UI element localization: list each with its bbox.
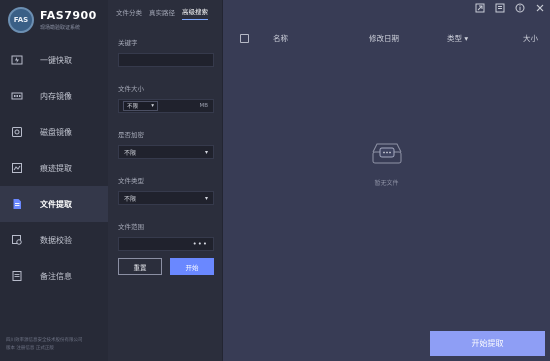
sidebar-item-memory-image[interactable]: 内存镜像 (0, 78, 108, 114)
trace-icon (12, 163, 22, 173)
column-type[interactable]: 类型 ▾ (447, 33, 468, 44)
sidebar-item-label: 内存镜像 (40, 91, 72, 101)
sidebar-item-remarks[interactable]: 备注信息 (0, 258, 108, 294)
sidebar-nav: 一键快取 内存镜像 磁盘镜像 痕迹提取 文件提取 数据校验 备注信息 (0, 42, 108, 294)
more-options-icon[interactable]: ••• (193, 240, 208, 248)
memory-icon (11, 92, 23, 100)
screenshot-icon[interactable] (495, 3, 505, 13)
file-icon (13, 199, 21, 209)
sidebar: FAS FAS7900 现场勘验取证系统 一键快取 内存镜像 磁盘镜像 痕迹提取… (0, 0, 108, 361)
search-tabs: 文件分类 真实路径 高级搜索 (108, 0, 222, 20)
encrypted-label: 是否加密 (118, 131, 144, 139)
sidebar-item-file-extract[interactable]: 文件提取 (0, 186, 108, 222)
form-actions: 重置 开始 (118, 258, 214, 275)
sidebar-item-data-verify[interactable]: 数据校验 (0, 222, 108, 258)
chevron-down-icon: ▾ (151, 103, 154, 109)
sidebar-item-disk-image[interactable]: 磁盘镜像 (0, 114, 108, 150)
file-size-label: 文件大小 (118, 85, 144, 93)
start-search-button[interactable]: 开始 (170, 258, 214, 275)
empty-box-icon (372, 143, 401, 164)
tab-real-path[interactable]: 真实路径 (149, 7, 175, 20)
results-panel: 名称 修改日期 类型 ▾ 大小 暂无文件 开始提取 (223, 0, 550, 361)
company-name: 四川效率源信息安全技术股份有限公司 (6, 338, 83, 343)
close-icon[interactable] (535, 3, 545, 13)
file-size-select-value: 不限 (127, 104, 139, 110)
app-subtitle: 现场勘验取证系统 (40, 25, 81, 31)
empty-state: 暂无文件 (223, 138, 550, 187)
keyword-label: 关键字 (118, 39, 138, 47)
empty-state-text: 暂无文件 (374, 180, 399, 187)
column-modified-date[interactable]: 修改日期 (369, 33, 399, 44)
file-scope-label: 文件范围 (118, 223, 144, 231)
sidebar-item-label: 备注信息 (40, 271, 72, 281)
sidebar-item-label: 数据校验 (40, 235, 72, 245)
file-size-field: 不限 ▾ MB (118, 99, 214, 113)
window-controls (475, 3, 545, 13)
sidebar-item-label: 磁盘镜像 (40, 127, 72, 137)
file-size-unit: MB (199, 103, 208, 109)
note-icon (12, 271, 22, 281)
app-logo: FAS (8, 7, 34, 33)
select-all-checkbox[interactable] (240, 33, 249, 43)
verify-icon (12, 235, 22, 245)
reset-button[interactable]: 重置 (118, 258, 162, 275)
search-panel: 文件分类 真实路径 高级搜索 关键字 文件大小 不限 ▾ MB 是否加密 不限 … (108, 0, 223, 361)
sidebar-footer: 四川效率源信息安全技术股份有限公司 版本 注册信息 正式正版 (6, 337, 83, 353)
chevron-down-icon: ▾ (204, 148, 208, 156)
file-type-label: 文件类型 (118, 177, 144, 185)
sidebar-item-label: 文件提取 (40, 199, 72, 209)
column-size[interactable]: 大小 (523, 33, 538, 44)
app-title: FAS7900 (40, 9, 97, 22)
start-extract-button[interactable]: 开始提取 (430, 331, 545, 356)
keyword-input[interactable] (118, 53, 214, 67)
file-size-select[interactable]: 不限 ▾ (123, 101, 158, 111)
table-header: 名称 修改日期 类型 ▾ 大小 (223, 28, 550, 48)
sidebar-item-quick-acquire[interactable]: 一键快取 (0, 42, 108, 78)
sidebar-item-label: 痕迹提取 (40, 163, 72, 173)
encrypted-select[interactable]: 不限 ▾ (118, 145, 214, 159)
minimize-to-tray-icon[interactable] (475, 3, 485, 13)
brand: FAS FAS7900 现场勘验取证系统 (0, 0, 108, 40)
column-name[interactable]: 名称 (273, 33, 288, 44)
file-scope-field[interactable]: ••• (118, 237, 214, 251)
encrypted-select-value: 不限 (124, 149, 137, 157)
sidebar-item-label: 一键快取 (40, 55, 72, 65)
version-links: 版本 注册信息 正式正版 (6, 346, 54, 351)
file-type-select-value: 不限 (124, 195, 137, 203)
sidebar-item-trace-extract[interactable]: 痕迹提取 (0, 150, 108, 186)
file-type-select[interactable]: 不限 ▾ (118, 191, 214, 205)
info-icon[interactable] (515, 3, 525, 13)
chevron-down-icon: ▾ (204, 194, 208, 202)
lightning-icon (11, 55, 23, 65)
disk-icon (12, 127, 22, 137)
tab-file-category[interactable]: 文件分类 (116, 7, 142, 20)
tab-advanced-search[interactable]: 高级搜索 (182, 6, 208, 20)
